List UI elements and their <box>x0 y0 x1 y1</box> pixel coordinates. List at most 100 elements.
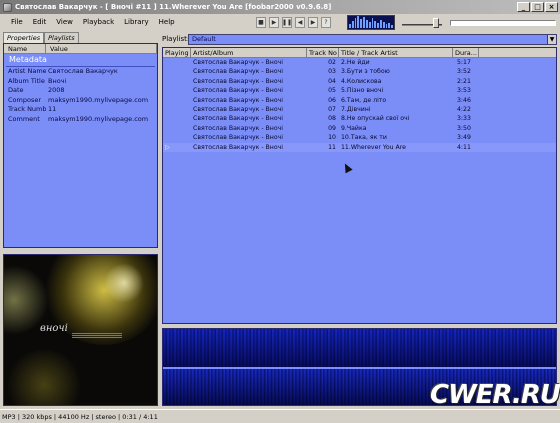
now-playing-indicator <box>163 105 191 114</box>
visualizer-bar <box>379 20 382 28</box>
playlist-row[interactable]: Святослав Вакарчук - Вночі 08 8.Не опускай… <box>163 114 556 123</box>
track-duration: 4:11 <box>457 143 471 151</box>
column-artist-album[interactable]: Artist/Album <box>191 48 307 57</box>
column-duration[interactable]: Dura... <box>453 48 479 57</box>
visualizer-bar <box>351 21 354 28</box>
track-title: 3.Бути з тобою <box>341 68 390 76</box>
track-duration: 4:22 <box>457 105 471 113</box>
window-title: Святослав Вакарчук - [ Вночі #11 ] 11.Wh… <box>15 3 332 11</box>
playlist-row[interactable]: Святослав Вакарчук - Вночі 07 7.Дівчині 4:2… <box>163 105 556 114</box>
album-art: вночі <box>3 254 158 406</box>
now-playing-indicator <box>163 67 191 76</box>
property-row[interactable]: Composer maksym1990.mylivepage.com <box>4 96 157 106</box>
property-row[interactable]: Comment maksym1990.mylivepage.com <box>4 115 157 125</box>
menu-help[interactable]: Help <box>154 14 180 31</box>
play-icon[interactable]: ▶ <box>269 17 279 28</box>
track-title: 5.Пізно вночі <box>341 87 384 95</box>
playlist-row[interactable]: Святослав Вакарчук - Вночі 02 2.Не йди 5:17 <box>163 58 556 67</box>
track-duration: 3:50 <box>457 124 471 132</box>
track-title: 4.Колискова <box>341 77 382 85</box>
menu-edit[interactable]: Edit <box>28 14 52 31</box>
track-number: 03 <box>328 68 336 76</box>
column-track-no[interactable]: Track No <box>307 48 339 57</box>
track-artist-album: Святослав Вакарчук - Вночі <box>193 59 284 66</box>
playlist-row[interactable]: Святослав Вакарчук - Вночі 03 3.Бути з тоб… <box>163 67 556 76</box>
property-name: Album Title <box>8 76 45 85</box>
visualizer-bar <box>365 20 368 28</box>
playlist-row[interactable]: Святослав Вакарчук - Вночі 04 4.Колискова 2… <box>163 77 556 86</box>
tab-properties[interactable]: Properties <box>3 32 45 43</box>
menu-library[interactable]: Library <box>119 14 153 31</box>
volume-slider[interactable] <box>402 18 442 28</box>
close-button[interactable]: × <box>545 2 558 12</box>
pause-icon[interactable]: ❚❚ <box>282 17 292 28</box>
property-row[interactable]: Date 2008 <box>4 86 157 96</box>
volume-thumb[interactable] <box>433 18 439 28</box>
column-playing[interactable]: Playing <box>163 48 191 57</box>
visualizer-bar <box>368 22 371 28</box>
track-duration: 5:17 <box>457 59 471 66</box>
property-value: maksym1990.mylivepage.com <box>48 114 149 123</box>
track-number: 10 <box>328 134 336 142</box>
visualizer-bar <box>388 23 391 28</box>
visualizer-bar <box>391 25 393 28</box>
previous-icon[interactable]: ◀ <box>295 17 305 28</box>
playlist-row[interactable]: Святослав Вакарчук - Вночі 05 5.Пізно вноч… <box>163 86 556 95</box>
menu-file[interactable]: File <box>6 14 28 31</box>
property-row[interactable]: Album Title Вночі <box>4 77 157 87</box>
playlist-selector-bar: Playlist: Default ▼ <box>162 33 557 45</box>
track-number: 04 <box>328 77 336 85</box>
playlist-row[interactable]: Святослав Вакарчук - Вночі 09 9.Чайка 3:50 <box>163 124 556 133</box>
track-artist-album: Святослав Вакарчук - Вночі <box>193 105 284 113</box>
track-artist-album: Святослав Вакарчук - Вночі <box>193 124 284 132</box>
track-number: 08 <box>328 115 336 123</box>
visualizer-bar <box>371 18 374 28</box>
track-title: 8.Не опускай свої очі <box>341 115 410 123</box>
property-row[interactable]: Track Number 11 <box>4 105 157 115</box>
menu-playback[interactable]: Playback <box>78 14 119 31</box>
stop-icon[interactable]: ■ <box>256 17 266 28</box>
visualizer-bar <box>374 21 377 28</box>
property-name: Date <box>8 86 24 94</box>
track-number: 06 <box>328 96 336 104</box>
playlist-row[interactable]: Святослав Вакарчук - Вночі 10 10.Така, як … <box>163 133 556 142</box>
track-duration: 3:33 <box>457 115 471 123</box>
visualizer-bar <box>363 17 365 28</box>
playback-toolbar: ■ ▶ ❚❚ ◀ ▶ ? <box>256 14 331 31</box>
chevron-down-icon[interactable]: ▼ <box>547 34 556 44</box>
seek-bar[interactable] <box>450 20 556 26</box>
visualizer-bar <box>360 19 363 28</box>
column-name[interactable]: Name <box>4 44 46 53</box>
random-icon[interactable]: ? <box>321 17 331 28</box>
property-name: Composer <box>8 95 42 104</box>
track-number: 07 <box>328 105 336 113</box>
column-title[interactable]: Title / Track Artist <box>339 48 453 57</box>
maximize-button[interactable]: □ <box>531 2 544 12</box>
next-icon[interactable]: ▶ <box>308 17 318 28</box>
tab-playlists[interactable]: Playlists <box>44 32 79 43</box>
now-playing-indicator <box>163 124 191 133</box>
track-duration: 3:53 <box>457 87 471 95</box>
property-name: Track Number <box>8 105 46 113</box>
now-playing-indicator <box>163 86 191 95</box>
property-name: Comment <box>8 114 40 123</box>
playlist-view: Playing Artist/Album Track No Title / Tr… <box>162 47 557 324</box>
playlist-dropdown[interactable]: Default ▼ <box>188 33 557 45</box>
track-duration: 3:52 <box>457 68 471 76</box>
track-artist-album: Святослав Вакарчук - Вночі <box>193 77 284 85</box>
playlist-row[interactable]: ▷ Святослав Вакарчук - Вночі 11 11.Wherever… <box>163 142 556 152</box>
track-artist-album: Святослав Вакарчук - Вночі <box>193 134 284 142</box>
track-title: 11.Wherever You Are <box>341 143 406 151</box>
status-text: MP3 | 320 kbps | 44100 Hz | stereo | 0:3… <box>2 412 158 421</box>
visualizer-bar <box>377 23 379 28</box>
minimize-button[interactable]: _ <box>517 2 530 12</box>
track-number: 02 <box>328 59 336 66</box>
metadata-group-label: Metadata <box>6 54 155 67</box>
column-value[interactable]: Value <box>46 44 157 53</box>
menu-view[interactable]: View <box>51 14 78 31</box>
now-playing-indicator <box>163 114 191 123</box>
track-artist-album: Святослав Вакарчук - Вночі <box>193 143 284 151</box>
track-artist-album: Святослав Вакарчук - Вночі <box>193 87 284 95</box>
playlist-row[interactable]: Святослав Вакарчук - Вночі 06 6.Там, де лі… <box>163 96 556 105</box>
property-row[interactable]: Artist Name Святослав Вакарчук <box>4 67 157 77</box>
